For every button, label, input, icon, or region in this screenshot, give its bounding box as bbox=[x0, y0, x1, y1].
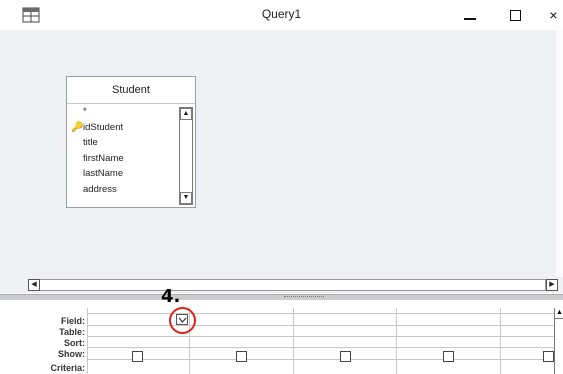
grid-column-rule bbox=[87, 308, 88, 374]
show-checkbox-col1[interactable] bbox=[132, 351, 143, 362]
triangle-down-icon: ▼ bbox=[182, 194, 190, 201]
grid-column-rule bbox=[500, 308, 501, 374]
scroll-left-button[interactable]: ◀ bbox=[28, 279, 40, 291]
hscroll-track[interactable] bbox=[28, 279, 546, 291]
primary-key-icon: 🔑 bbox=[71, 121, 84, 133]
table-name: Student bbox=[67, 77, 195, 104]
top-pane-hscroll[interactable]: ◀ ▶ bbox=[0, 277, 563, 293]
field-list: * 🔑 idStudent title firstName lastName a… bbox=[67, 104, 177, 197]
field-item[interactable]: title bbox=[67, 135, 177, 151]
minimize-icon bbox=[464, 18, 476, 20]
triangle-right-icon: ▶ bbox=[549, 281, 555, 288]
show-checkbox-col2[interactable] bbox=[236, 351, 247, 362]
row-label-sort: Sort: bbox=[64, 338, 85, 348]
annotation-step-label: 4. bbox=[161, 286, 181, 307]
field-list-scrollbar[interactable]: ▲ ▼ bbox=[179, 107, 193, 205]
field-label: * bbox=[83, 106, 87, 117]
field-item[interactable]: firstName bbox=[67, 151, 177, 167]
field-item[interactable]: 🔑 idStudent bbox=[67, 120, 177, 136]
field-label: idStudent bbox=[83, 121, 124, 133]
row-label-field: Field: bbox=[61, 316, 85, 326]
field-label: title bbox=[83, 137, 98, 148]
field-label: firstName bbox=[83, 152, 124, 164]
row-label-show: Show: bbox=[58, 349, 85, 359]
maximize-button[interactable] bbox=[502, 4, 528, 26]
window-titlebar: Query1 × bbox=[0, 0, 563, 30]
show-checkbox-col3[interactable] bbox=[340, 351, 351, 362]
field-item[interactable]: * bbox=[67, 104, 177, 120]
grid-rule bbox=[87, 313, 563, 314]
field-item[interactable]: address bbox=[67, 182, 177, 198]
annotation-circle bbox=[169, 307, 196, 334]
grid-rule bbox=[87, 336, 563, 337]
row-label-criteria: Criteria: bbox=[50, 363, 85, 373]
show-checkbox-col4[interactable] bbox=[443, 351, 454, 362]
minimize-button[interactable] bbox=[457, 4, 483, 26]
triangle-up-icon: ▲ bbox=[556, 309, 563, 316]
maximize-icon bbox=[509, 9, 521, 21]
grid-rule bbox=[87, 359, 563, 360]
grid-rule bbox=[87, 347, 563, 348]
student-table-box[interactable]: Student * 🔑 idStudent title firstName la… bbox=[66, 76, 196, 208]
grid-column-rule bbox=[396, 308, 397, 374]
close-button[interactable]: × bbox=[544, 4, 563, 26]
close-icon: × bbox=[549, 7, 558, 23]
grid-vscroll[interactable]: ▲ bbox=[554, 308, 563, 374]
triangle-up-icon: ▲ bbox=[182, 110, 190, 117]
splitter-grip[interactable] bbox=[284, 296, 324, 299]
table-design-pane[interactable]: Student * 🔑 idStudent title firstName la… bbox=[0, 30, 563, 277]
field-label: address bbox=[83, 183, 117, 195]
field-item[interactable]: lastName bbox=[67, 166, 177, 182]
scroll-right-button[interactable]: ▶ bbox=[546, 279, 558, 291]
pane-edge bbox=[556, 30, 563, 277]
grid-rule bbox=[87, 325, 563, 326]
scroll-down-button[interactable]: ▼ bbox=[180, 192, 192, 204]
query-design-grid[interactable]: Field: Table: Sort: Show: Criteria: bbox=[0, 300, 563, 374]
grid-scroll-up-button[interactable]: ▲ bbox=[555, 308, 563, 319]
triangle-left-icon: ◀ bbox=[31, 281, 37, 288]
row-label-table: Table: bbox=[59, 327, 85, 337]
field-label: lastName bbox=[83, 168, 124, 179]
grid-column-rule bbox=[293, 308, 294, 374]
scroll-up-button[interactable]: ▲ bbox=[180, 108, 192, 120]
show-checkbox-col5[interactable] bbox=[543, 351, 554, 362]
